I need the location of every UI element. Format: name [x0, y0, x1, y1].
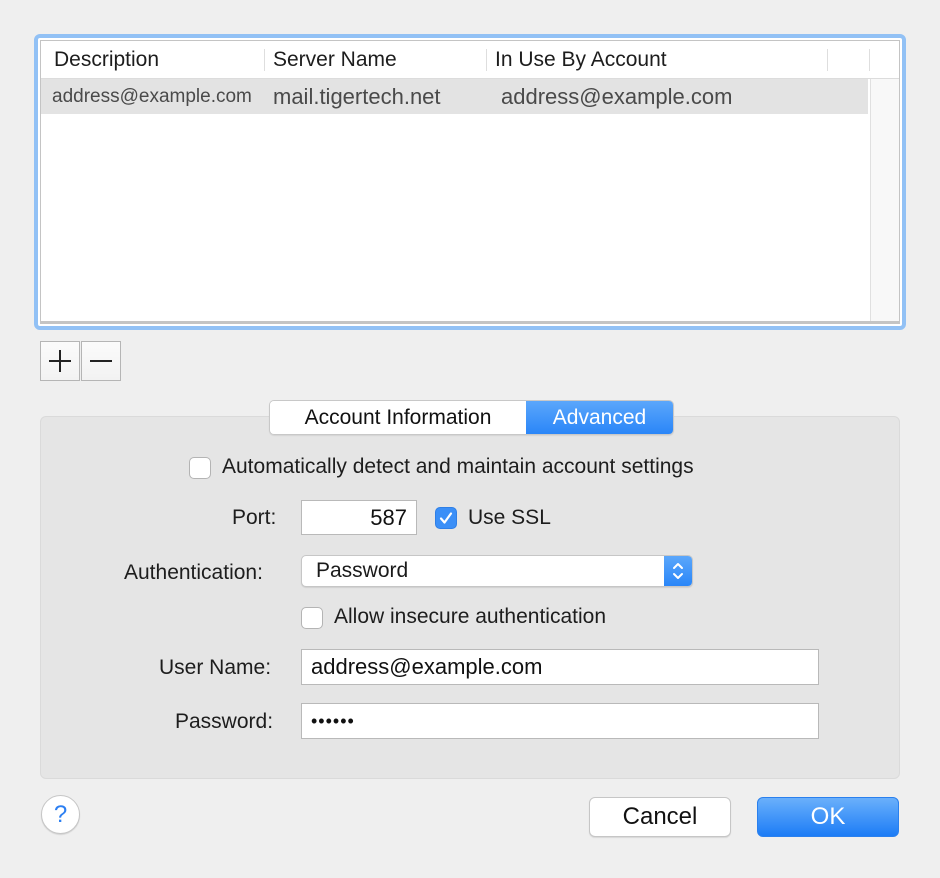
- column-separator[interactable]: [869, 49, 870, 71]
- help-icon: ?: [53, 800, 68, 828]
- authentication-label: Authentication:: [124, 561, 263, 584]
- smtp-server-table[interactable]: Description Server Name In Use By Accoun…: [34, 34, 906, 330]
- use-ssl-label[interactable]: Use SSL: [468, 506, 551, 530]
- column-header-description[interactable]: Description: [54, 41, 159, 78]
- password-label: Password:: [175, 710, 274, 733]
- auto-detect-checkbox[interactable]: [189, 457, 211, 479]
- table-header: Description Server Name In Use By Accoun…: [41, 41, 899, 79]
- user-name-input[interactable]: address@example.com: [301, 649, 819, 685]
- table-scrollbar[interactable]: [870, 79, 899, 321]
- column-header-server-name[interactable]: Server Name: [273, 41, 397, 78]
- cell-account: address@example.com: [501, 84, 733, 109]
- port-label: Port:: [232, 506, 277, 529]
- ok-button[interactable]: OK: [757, 797, 899, 837]
- minus-icon: [90, 360, 112, 362]
- password-input[interactable]: ••••••: [301, 703, 819, 739]
- auto-detect-label[interactable]: Automatically detect and maintain accoun…: [222, 455, 694, 479]
- cancel-button[interactable]: Cancel: [589, 797, 731, 837]
- tab-advanced[interactable]: Advanced: [526, 401, 673, 434]
- checkmark-icon: [439, 512, 453, 524]
- allow-insecure-label[interactable]: Allow insecure authentication: [334, 605, 606, 629]
- authentication-popup[interactable]: Password: [301, 555, 693, 587]
- column-separator[interactable]: [486, 49, 487, 71]
- tab-bar: Account Information Advanced: [269, 400, 674, 435]
- help-button[interactable]: ?: [41, 795, 80, 834]
- column-header-in-use-by-account[interactable]: In Use By Account: [495, 41, 667, 78]
- plus-icon: [49, 350, 71, 372]
- cell-description: address@example.com: [52, 86, 252, 107]
- tab-account-information[interactable]: Account Information: [270, 401, 526, 434]
- use-ssl-checkbox[interactable]: [435, 507, 457, 529]
- remove-server-button[interactable]: [81, 341, 121, 381]
- table-row[interactable]: address@example.com mail.tigertech.net a…: [41, 79, 868, 114]
- allow-insecure-checkbox[interactable]: [301, 607, 323, 629]
- user-name-label: User Name:: [159, 656, 272, 679]
- authentication-value: Password: [316, 559, 409, 582]
- popup-arrows-icon: [664, 556, 692, 586]
- add-server-button[interactable]: [40, 341, 80, 381]
- port-input[interactable]: 587: [301, 500, 417, 535]
- table-body: Description Server Name In Use By Accoun…: [40, 40, 900, 324]
- column-separator[interactable]: [827, 49, 828, 71]
- column-separator[interactable]: [264, 49, 265, 71]
- cell-server-name: mail.tigertech.net: [273, 84, 441, 109]
